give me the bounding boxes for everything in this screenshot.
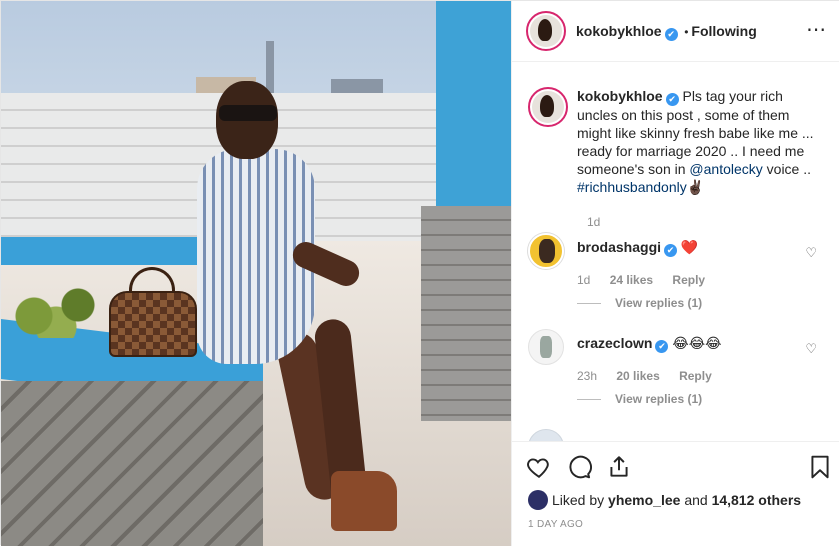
caption-body-after: voice ..	[762, 161, 812, 177]
comment-text-row: brodashaggi ✔ ❤️	[577, 239, 698, 257]
avatar[interactable]	[528, 87, 568, 127]
avatar[interactable]	[528, 429, 564, 441]
verified-icon: ✔	[664, 244, 678, 257]
likes-summary: Liked by yhemo_lee and 14,812 others	[528, 490, 801, 510]
photo-stone-pillar	[421, 206, 511, 421]
post-actions: Liked by yhemo_lee and 14,812 others 1 D…	[512, 441, 839, 546]
small-heart-icon[interactable]: ♡	[805, 341, 817, 357]
comment-text: 😂😂😂	[672, 335, 722, 351]
reply-button[interactable]: Reply	[672, 273, 705, 287]
divider	[577, 399, 601, 401]
mention-link[interactable]: @antolecky	[689, 161, 762, 177]
reply-button[interactable]: Reply	[679, 369, 712, 383]
comment-time[interactable]: 1d	[577, 273, 590, 287]
share-icon[interactable]	[606, 454, 632, 480]
avatar-image	[539, 239, 555, 263]
comments-section[interactable]: kokobykhloe ✔ Pls tag your rich uncles on…	[512, 63, 839, 441]
comment-icon[interactable]	[566, 454, 592, 480]
comment-likes[interactable]: 20 likes	[616, 369, 659, 383]
verified-icon: ✔	[665, 93, 679, 106]
caption-text: kokobykhloe ✔ Pls tag your rich uncles on…	[577, 87, 822, 196]
avatar-image	[540, 336, 552, 358]
avatar[interactable]	[528, 233, 564, 269]
comment-time[interactable]: 23h	[577, 369, 597, 383]
comment-likes[interactable]: 24 likes	[610, 273, 653, 287]
photo-handbag	[109, 291, 197, 357]
post-header: kokobykhloe ✔ • Following ⋯	[512, 1, 839, 62]
comment-text: ❤️	[680, 239, 699, 255]
small-heart-icon[interactable]: ♡	[805, 245, 817, 261]
verified-icon: ✔	[664, 28, 678, 41]
more-options-icon[interactable]: ⋯	[806, 17, 827, 42]
comment: brodashaggi ✔ ❤️ ♡ 1d 24 likes Reply View…	[528, 233, 839, 313]
photo-plants	[1, 283, 111, 338]
comment-text-row: crazeclown ✔ 😂😂😂	[577, 335, 721, 353]
liked-by-prefix: Liked by	[552, 492, 605, 508]
avatar-image	[530, 15, 562, 47]
view-replies-label[interactable]: View replies (1)	[615, 296, 702, 310]
post-time[interactable]: 1 DAY AGO	[528, 519, 583, 530]
caption-emoji: ✌🏿	[686, 179, 705, 195]
view-replies[interactable]: View replies (1)	[577, 296, 702, 310]
avatar[interactable]	[526, 11, 566, 51]
instagram-post: kokobykhloe ✔ • Following ⋯ kokobykhloe ✔ P…	[0, 0, 839, 546]
liked-by-and: and	[684, 492, 708, 508]
avatar[interactable]	[528, 490, 548, 510]
post-sidebar: kokobykhloe ✔ • Following ⋯ kokobykhloe ✔ P…	[511, 1, 839, 546]
photo-shoe	[331, 471, 397, 531]
header-name-row: kokobykhloe ✔ • Following	[576, 23, 757, 41]
comment-username[interactable]: brodashaggi	[577, 239, 661, 255]
heart-icon[interactable]	[526, 454, 552, 480]
separator-dot: •	[684, 25, 689, 39]
comment-username[interactable]: crazeclown	[577, 335, 652, 351]
photo-planter-stone	[1, 381, 263, 546]
photo-sunglasses	[219, 105, 277, 121]
avatar[interactable]	[528, 329, 564, 365]
liked-by-others[interactable]: 14,812 others	[712, 492, 802, 508]
divider	[577, 303, 601, 305]
caption-username[interactable]: kokobykhloe	[577, 88, 663, 104]
bookmark-icon[interactable]	[807, 454, 833, 480]
comment-meta: 1d 24 likes Reply	[577, 273, 705, 287]
verified-icon: ✔	[655, 340, 669, 353]
post-photo[interactable]	[1, 1, 511, 546]
comment: crazeclown ✔ 😂😂😂 ♡ 23h 20 likes Reply Vie…	[528, 329, 839, 409]
following-button[interactable]: Following	[691, 23, 756, 39]
comment-meta: 23h 20 likes Reply	[577, 369, 712, 383]
liked-by-user[interactable]: yhemo_lee	[608, 492, 680, 508]
view-replies-label[interactable]: View replies (1)	[615, 392, 702, 406]
avatar-image	[532, 91, 564, 123]
photo-planter-edge	[1, 237, 206, 265]
header-username[interactable]: kokobykhloe	[576, 23, 662, 39]
caption-time[interactable]: 1d	[587, 215, 600, 229]
photo-blue-pillar	[436, 1, 511, 206]
hashtag-link[interactable]: #richhusbandonly	[577, 179, 687, 195]
view-replies[interactable]: View replies (1)	[577, 392, 702, 406]
